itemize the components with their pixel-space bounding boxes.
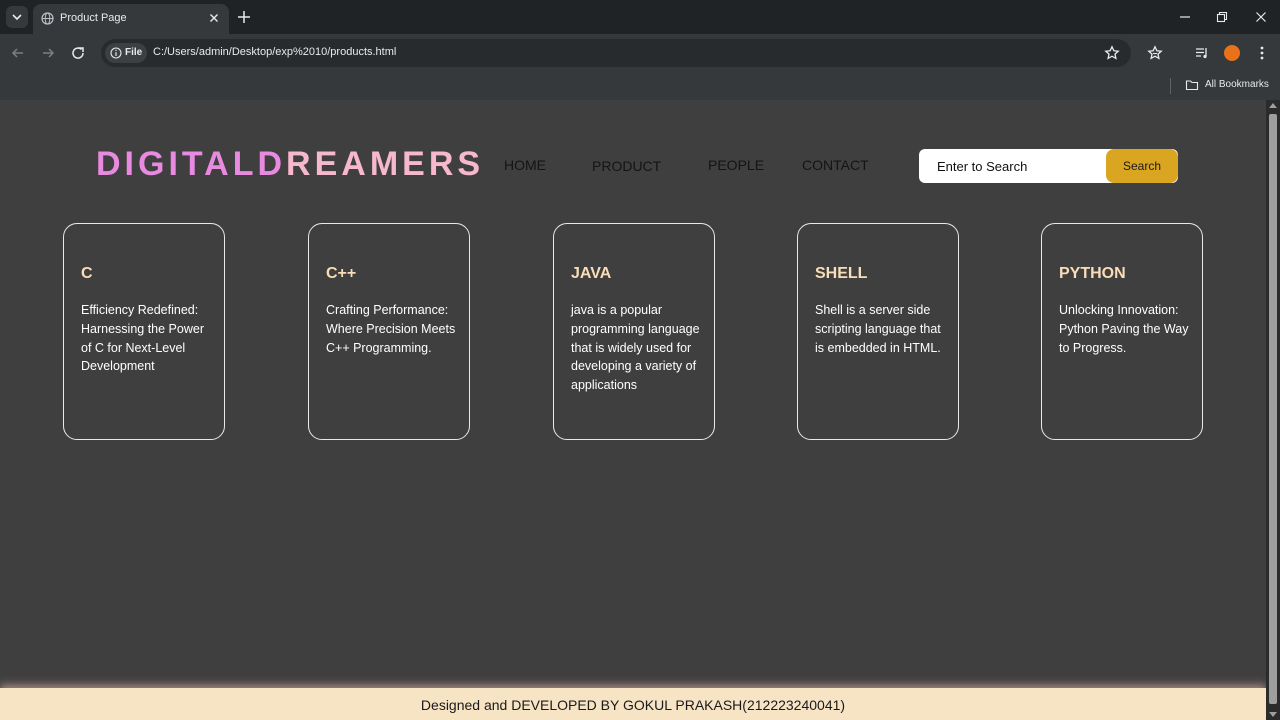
card-description: java is a popular programming language t…: [571, 303, 700, 393]
tab-title: Product Page: [60, 12, 127, 24]
chip-label: File: [125, 47, 143, 58]
all-bookmarks-label[interactable]: All Bookmarks: [1205, 79, 1269, 90]
card-title: PYTHON: [1059, 265, 1126, 282]
product-card-c[interactable]: C Efficiency Redefined: Harnessing the P…: [63, 223, 225, 440]
search-input[interactable]: [919, 149, 1107, 183]
tab-strip: Product Page: [0, 0, 1280, 34]
window-close-icon[interactable]: [1254, 10, 1268, 24]
logo-part-eamers: EAMERS: [314, 145, 485, 183]
nav-people[interactable]: PEOPLE: [708, 157, 764, 173]
site-info-chip[interactable]: File: [105, 43, 147, 63]
info-icon: [110, 47, 122, 59]
logo-part-digital: DIGITAL: [96, 145, 258, 183]
back-icon[interactable]: [10, 45, 26, 61]
page-footer: Designed and DEVELOPED BY GOKUL PRAKASH(…: [0, 688, 1266, 720]
nav-home[interactable]: HOME: [504, 157, 546, 173]
card-title: JAVA: [571, 265, 612, 282]
scroll-down-arrow[interactable]: [1269, 712, 1277, 717]
media-control-icon[interactable]: [1194, 45, 1210, 61]
forward-icon[interactable]: [40, 45, 56, 61]
product-card-cpp[interactable]: C++ Crafting Performance: Where Precisio…: [308, 223, 470, 440]
profile-avatar[interactable]: [1224, 45, 1240, 61]
logo-part-d: D: [257, 145, 287, 183]
scrollbar-thumb[interactable]: [1269, 114, 1277, 704]
card-title: C++: [326, 265, 357, 282]
card-description: Shell is a server side scripting languag…: [815, 303, 941, 355]
bookmarks-separator: [1170, 78, 1171, 94]
vertical-scrollbar[interactable]: [1266, 100, 1280, 720]
minimize-icon[interactable]: [1178, 10, 1192, 24]
chevron-down-icon: [12, 14, 22, 21]
bookmark-star-icon[interactable]: [1104, 45, 1120, 61]
plus-icon[interactable]: [236, 9, 252, 25]
product-card-python[interactable]: PYTHON Unlocking Innovation: Python Pavi…: [1041, 223, 1203, 440]
footer-credit: Designed and DEVELOPED BY GOKUL PRAKASH(…: [420, 697, 846, 713]
page-viewport: DIGITALDREAMERS HOME PRODUCT PEOPLE CONT…: [0, 100, 1266, 720]
card-description: Crafting Performance: Where Precision Me…: [326, 303, 456, 355]
tab-search-button[interactable]: [6, 6, 28, 28]
restore-icon[interactable]: [1215, 10, 1229, 24]
logo-part-r: R: [286, 145, 315, 183]
nav-product[interactable]: PRODUCT: [592, 158, 661, 174]
browser-toolbar: File C:/Users/admin/Desktop/exp%2010/pro…: [0, 34, 1280, 72]
bookmarks-bar: All Bookmarks: [0, 72, 1280, 100]
scroll-up-arrow[interactable]: [1269, 103, 1277, 108]
card-description: Efficiency Redefined: Harnessing the Pow…: [81, 303, 204, 374]
more-options-icon[interactable]: [1254, 45, 1270, 61]
product-card-shell[interactable]: SHELL Shell is a server side scripting l…: [797, 223, 959, 440]
url-text[interactable]: C:/Users/admin/Desktop/exp%2010/products…: [153, 46, 396, 58]
card-title: C: [81, 265, 93, 282]
site-logo[interactable]: DIGITALDREAMERS: [96, 145, 484, 184]
address-bar[interactable]: File C:/Users/admin/Desktop/exp%2010/pro…: [101, 39, 1131, 67]
globe-icon: [41, 12, 54, 25]
card-title: SHELL: [815, 265, 868, 282]
search-form: Search: [919, 149, 1178, 183]
product-card-java[interactable]: JAVA java is a popular programming langu…: [553, 223, 715, 440]
close-icon[interactable]: [207, 11, 221, 25]
search-button[interactable]: Search: [1106, 149, 1178, 183]
card-description: Unlocking Innovation: Python Paving the …: [1059, 303, 1189, 355]
active-tab[interactable]: Product Page: [33, 4, 229, 34]
folder-icon[interactable]: [1185, 78, 1199, 92]
nav-contact[interactable]: CONTACT: [802, 157, 869, 173]
bookmarks-manager-icon[interactable]: [1147, 45, 1163, 61]
reload-icon[interactable]: [70, 45, 86, 61]
